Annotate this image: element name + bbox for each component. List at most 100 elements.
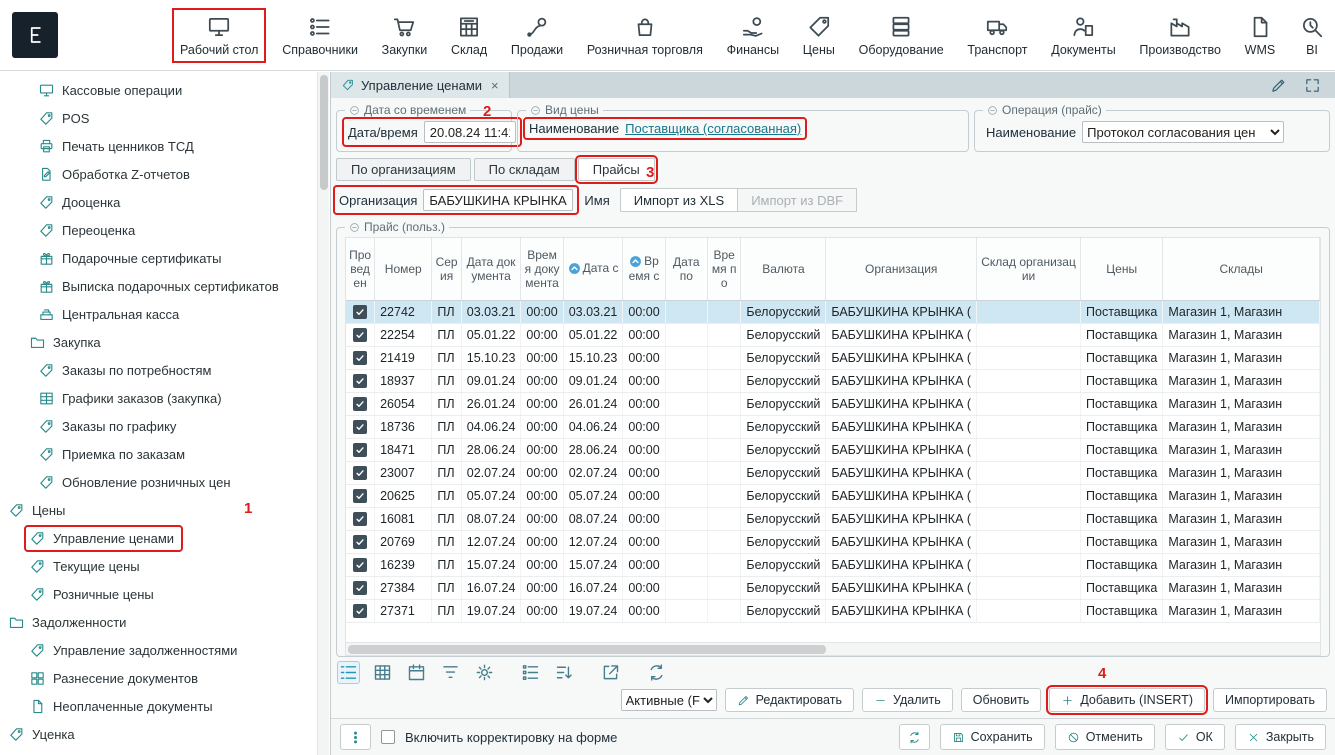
- sidebar-item[interactable]: Кассовые операции: [0, 76, 317, 104]
- filter-icon[interactable]: [440, 662, 461, 683]
- tab-close-icon[interactable]: ×: [491, 78, 499, 93]
- grid-row[interactable]: 22742ПЛ03.03.2100:0003.03.2100:00Белорус…: [346, 300, 1320, 323]
- grid-row[interactable]: 18736ПЛ04.06.2400:0004.06.2400:00Белорус…: [346, 415, 1320, 438]
- collapse-icon[interactable]: [349, 222, 360, 233]
- row-checkbox[interactable]: [353, 351, 367, 365]
- row-checkbox[interactable]: [353, 535, 367, 549]
- ok-button[interactable]: ОК: [1165, 724, 1225, 750]
- sidebar-item[interactable]: Дооценка: [0, 188, 317, 216]
- sidebar-item[interactable]: Закупка: [0, 328, 317, 356]
- form-correction-checkbox[interactable]: [381, 730, 395, 744]
- grid-row[interactable]: 22254ПЛ05.01.2200:0005.01.2200:00Белорус…: [346, 323, 1320, 346]
- calendar-icon[interactable]: [406, 662, 427, 683]
- grid-row[interactable]: 18471ПЛ28.06.2400:0028.06.2400:00Белорус…: [346, 438, 1320, 461]
- collapse-icon[interactable]: [987, 105, 998, 116]
- column-header[interactable]: Время документа: [521, 238, 563, 300]
- row-checkbox[interactable]: [353, 420, 367, 434]
- sidebar-item[interactable]: Подарочные сертификаты: [0, 244, 317, 272]
- cancel-button[interactable]: Отменить: [1055, 724, 1155, 750]
- top-nav-item[interactable]: Справочники: [276, 10, 364, 61]
- sidebar-item[interactable]: Печать ценников ТСД: [0, 132, 317, 160]
- price-kind-link[interactable]: Поставщика (согласованная): [625, 121, 801, 136]
- sidebar-item[interactable]: Неоплаченные документы: [0, 692, 317, 720]
- grid-row[interactable]: 27384ПЛ16.07.2400:0016.07.2400:00Белорус…: [346, 576, 1320, 599]
- top-nav-item[interactable]: Розничная торговля: [581, 10, 709, 61]
- operation-select[interactable]: Протокол согласования цен: [1082, 121, 1284, 143]
- app-logo[interactable]: [12, 12, 58, 58]
- sidebar-item[interactable]: Обработка Z-отчетов: [0, 160, 317, 188]
- sidebar-item[interactable]: Графики заказов (закупка): [0, 384, 317, 412]
- datetime-input[interactable]: [424, 121, 516, 143]
- gear-icon[interactable]: [474, 662, 495, 683]
- top-nav-item[interactable]: Транспорт: [961, 10, 1033, 61]
- sidebar-item[interactable]: Разнесение документов: [0, 664, 317, 692]
- column-header[interactable]: Дата с: [563, 238, 623, 300]
- sidebar-item[interactable]: Приемка по заказам: [0, 440, 317, 468]
- row-checkbox[interactable]: [353, 581, 367, 595]
- sidebar-item[interactable]: Управление ценами: [0, 524, 317, 552]
- sidebar-item[interactable]: Обновление розничных цен: [0, 468, 317, 496]
- grid-row[interactable]: 18937ПЛ09.01.2400:0009.01.2400:00Белорус…: [346, 369, 1320, 392]
- column-header[interactable]: Валюта: [741, 238, 826, 300]
- sync-icon[interactable]: [646, 662, 667, 683]
- collapse-icon[interactable]: [349, 105, 360, 116]
- sidebar-item[interactable]: Центральная касса: [0, 300, 317, 328]
- list-view-icon[interactable]: [338, 662, 359, 683]
- top-nav-item[interactable]: WMS: [1239, 10, 1282, 61]
- save-button[interactable]: Сохранить: [940, 724, 1045, 750]
- delete-button[interactable]: Удалить: [862, 688, 953, 712]
- column-header[interactable]: Серия: [432, 238, 461, 300]
- grid-row[interactable]: 26054ПЛ26.01.2400:0026.01.2400:00Белорус…: [346, 392, 1320, 415]
- row-checkbox[interactable]: [353, 374, 367, 388]
- column-header[interactable]: Организация: [826, 238, 977, 300]
- table-view-icon[interactable]: [372, 662, 393, 683]
- organization-input[interactable]: [423, 189, 573, 211]
- top-nav-item[interactable]: Склад: [445, 10, 493, 61]
- grid-row[interactable]: 16239ПЛ15.07.2400:0015.07.2400:00Белорус…: [346, 553, 1320, 576]
- collapse-icon[interactable]: [530, 105, 541, 116]
- numbered-list-icon[interactable]: [520, 662, 541, 683]
- sidebar-item[interactable]: Цены: [0, 496, 317, 524]
- subtab[interactable]: По складам: [474, 158, 575, 181]
- column-header[interactable]: Склады: [1163, 238, 1320, 300]
- subtab[interactable]: Прайсы: [578, 158, 655, 181]
- row-checkbox[interactable]: [353, 397, 367, 411]
- grid-row[interactable]: 23007ПЛ02.07.2400:0002.07.2400:00Белорус…: [346, 461, 1320, 484]
- subtab[interactable]: По организациям: [336, 158, 471, 181]
- column-header[interactable]: Цены: [1081, 238, 1163, 300]
- top-nav-item[interactable]: Производство: [1133, 10, 1227, 61]
- column-header[interactable]: Номер: [375, 238, 432, 300]
- horizontal-scrollbar[interactable]: [346, 642, 1320, 655]
- top-nav-item[interactable]: Цены: [797, 10, 841, 61]
- top-nav-item[interactable]: Оборудование: [853, 10, 950, 61]
- sidebar-item[interactable]: Переоценка: [0, 216, 317, 244]
- sort-asc-icon[interactable]: [629, 255, 642, 268]
- row-checkbox[interactable]: [353, 604, 367, 618]
- sidebar-item[interactable]: POS: [0, 104, 317, 132]
- top-nav-item[interactable]: Рабочий стол: [174, 10, 264, 61]
- sidebar-scrollbar-thumb[interactable]: [320, 75, 328, 190]
- fullscreen-icon[interactable]: [1304, 77, 1321, 94]
- top-nav-item[interactable]: Документы: [1045, 10, 1121, 61]
- sidebar-item[interactable]: Уценка: [0, 720, 317, 748]
- column-header[interactable]: Склад организации: [977, 238, 1081, 300]
- close-button[interactable]: Закрыть: [1235, 724, 1326, 750]
- row-checkbox[interactable]: [353, 328, 367, 342]
- edit-button[interactable]: Редактировать: [725, 688, 854, 712]
- import-dbf-button[interactable]: Импорт из DBF: [737, 188, 857, 212]
- sidebar-item[interactable]: Текущие цены: [0, 552, 317, 580]
- sidebar-item[interactable]: Управление задолженностями: [0, 636, 317, 664]
- grid-row[interactable]: 21419ПЛ15.10.2300:0015.10.2300:00Белорус…: [346, 346, 1320, 369]
- top-nav-item[interactable]: BI: [1293, 10, 1331, 61]
- add-button[interactable]: Добавить (INSERT): [1049, 688, 1205, 712]
- sidebar-item[interactable]: Выписка подарочных сертификатов: [0, 272, 317, 300]
- export-icon[interactable]: [600, 662, 621, 683]
- sorted-list-icon[interactable]: [554, 662, 575, 683]
- column-header[interactable]: Время с: [623, 238, 665, 300]
- grid-row[interactable]: 27371ПЛ19.07.2400:0019.07.2400:00Белорус…: [346, 599, 1320, 622]
- import-xls-button[interactable]: Импорт из XLS: [620, 188, 738, 212]
- sort-asc-icon[interactable]: [568, 262, 581, 275]
- row-checkbox[interactable]: [353, 558, 367, 572]
- tab-price-management[interactable]: Управление ценами ×: [331, 72, 510, 98]
- row-checkbox[interactable]: [353, 443, 367, 457]
